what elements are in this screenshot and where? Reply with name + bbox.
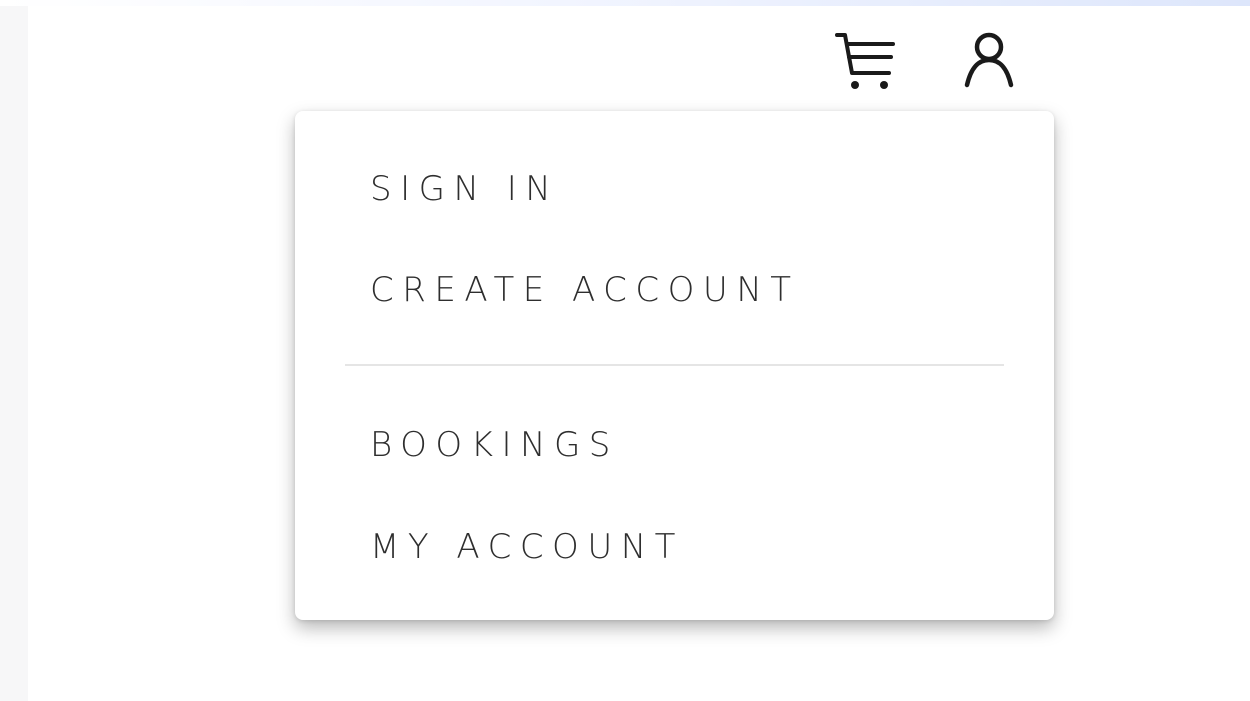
top-gradient-strip (0, 0, 1250, 6)
cart-button[interactable] (833, 28, 897, 92)
create-account-link[interactable]: CREATE ACCOUNT (370, 264, 800, 316)
sign-in-link[interactable]: SIGN IN (370, 163, 559, 215)
account-dropdown-menu: SIGN IN CREATE ACCOUNT BOOKINGS MY ACCOU… (295, 111, 1054, 620)
bookings-link[interactable]: BOOKINGS (370, 419, 619, 471)
shopping-cart-icon (835, 33, 895, 89)
left-gutter (0, 6, 28, 701)
account-button[interactable] (958, 28, 1020, 92)
my-account-link[interactable]: MY ACCOUNT (370, 521, 684, 573)
menu-divider (345, 364, 1004, 366)
user-icon (964, 32, 1014, 88)
